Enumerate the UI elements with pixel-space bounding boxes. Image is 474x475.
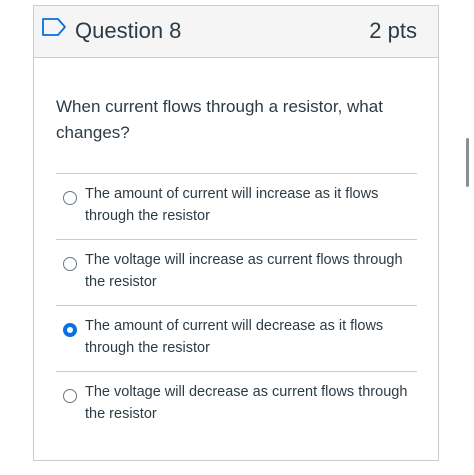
radio-button-selected[interactable] [63, 323, 77, 337]
question-title: Question 8 [75, 18, 182, 43]
radio-button[interactable] [63, 389, 77, 403]
answer-option-4[interactable]: The voltage will decrease as current flo… [56, 371, 417, 435]
answer-label: The amount of current will increase as i… [85, 186, 379, 224]
question-header: Question 8 2 pts [34, 6, 438, 58]
answer-label: The voltage will increase as current flo… [85, 252, 403, 290]
bookmark-flag-icon[interactable] [41, 17, 67, 37]
scrollbar[interactable] [466, 138, 469, 187]
answer-option-1[interactable]: The amount of current will increase as i… [56, 173, 417, 237]
radio-button[interactable] [63, 257, 77, 271]
answer-label: The amount of current will decrease as i… [85, 318, 384, 356]
answer-label: The voltage will decrease as current flo… [85, 384, 408, 422]
answer-option-2[interactable]: The voltage will increase as current flo… [56, 239, 417, 303]
radio-button[interactable] [63, 191, 77, 205]
question-text: When current flows through a resistor, w… [56, 97, 383, 142]
question-points: 2 pts [369, 18, 417, 43]
answer-option-3[interactable]: The amount of current will decrease as i… [56, 305, 417, 369]
question-card: Question 8 2 pts When current flows thro… [33, 5, 439, 461]
